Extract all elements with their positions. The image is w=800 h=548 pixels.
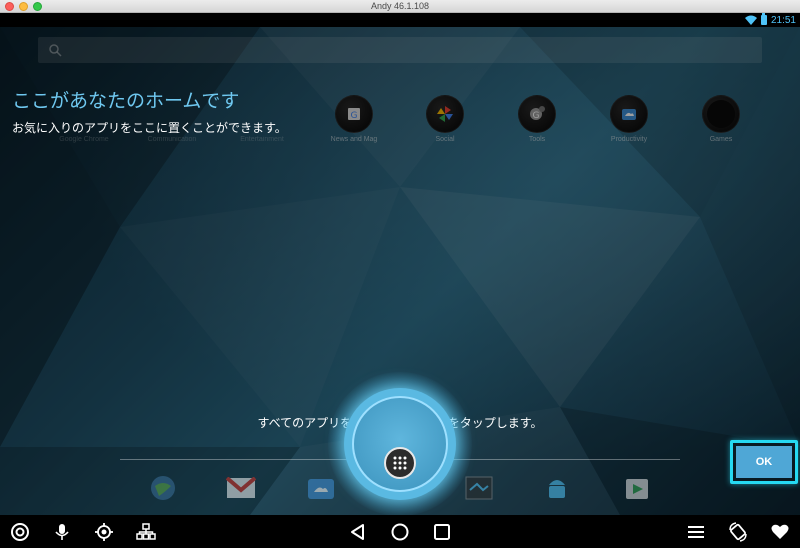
target-button[interactable]	[8, 520, 32, 544]
menu-icon	[688, 526, 704, 538]
microphone-icon	[55, 524, 69, 540]
microphone-button[interactable]	[50, 520, 74, 544]
bottom-bar	[0, 515, 800, 548]
browser-icon[interactable]	[146, 471, 180, 505]
window-titlebar: Andy 46.1.108	[0, 0, 800, 13]
recents-icon	[434, 524, 450, 540]
photo-icon[interactable]	[462, 471, 496, 505]
location-icon	[95, 523, 113, 541]
heart-icon	[771, 524, 789, 539]
home-icon	[391, 523, 409, 541]
grid-icon	[393, 456, 407, 470]
recents-button[interactable]	[430, 520, 454, 544]
menu-button[interactable]	[684, 520, 708, 544]
home-button[interactable]	[388, 520, 412, 544]
onboarding-heading: ここがあなたのホームです	[12, 90, 240, 112]
onboarding-subtext: お気に入りのアプリをここに置くことができます。	[12, 121, 287, 135]
favorite-button[interactable]	[768, 520, 792, 544]
status-time: 21:51	[770, 14, 796, 26]
target-icon	[11, 523, 29, 541]
window-title: Andy 46.1.108	[370, 1, 430, 11]
tree-icon	[136, 523, 156, 540]
play-store-icon[interactable]	[620, 471, 654, 505]
ok-button[interactable]: OK	[736, 446, 792, 478]
gmail-icon[interactable]	[224, 471, 258, 505]
wifi-icon	[744, 15, 757, 25]
back-button[interactable]	[346, 520, 370, 544]
android-icon[interactable]	[540, 471, 574, 505]
status-bar: 21:51	[0, 13, 800, 27]
back-icon	[351, 524, 364, 540]
file-manager-icon[interactable]	[304, 471, 338, 505]
battery-icon	[760, 13, 767, 25]
rotate-icon	[729, 522, 747, 542]
location-button[interactable]	[92, 520, 116, 544]
tree-button[interactable]	[134, 520, 158, 544]
all-apps-inner[interactable]	[384, 447, 416, 479]
rotate-button[interactable]	[726, 520, 750, 544]
